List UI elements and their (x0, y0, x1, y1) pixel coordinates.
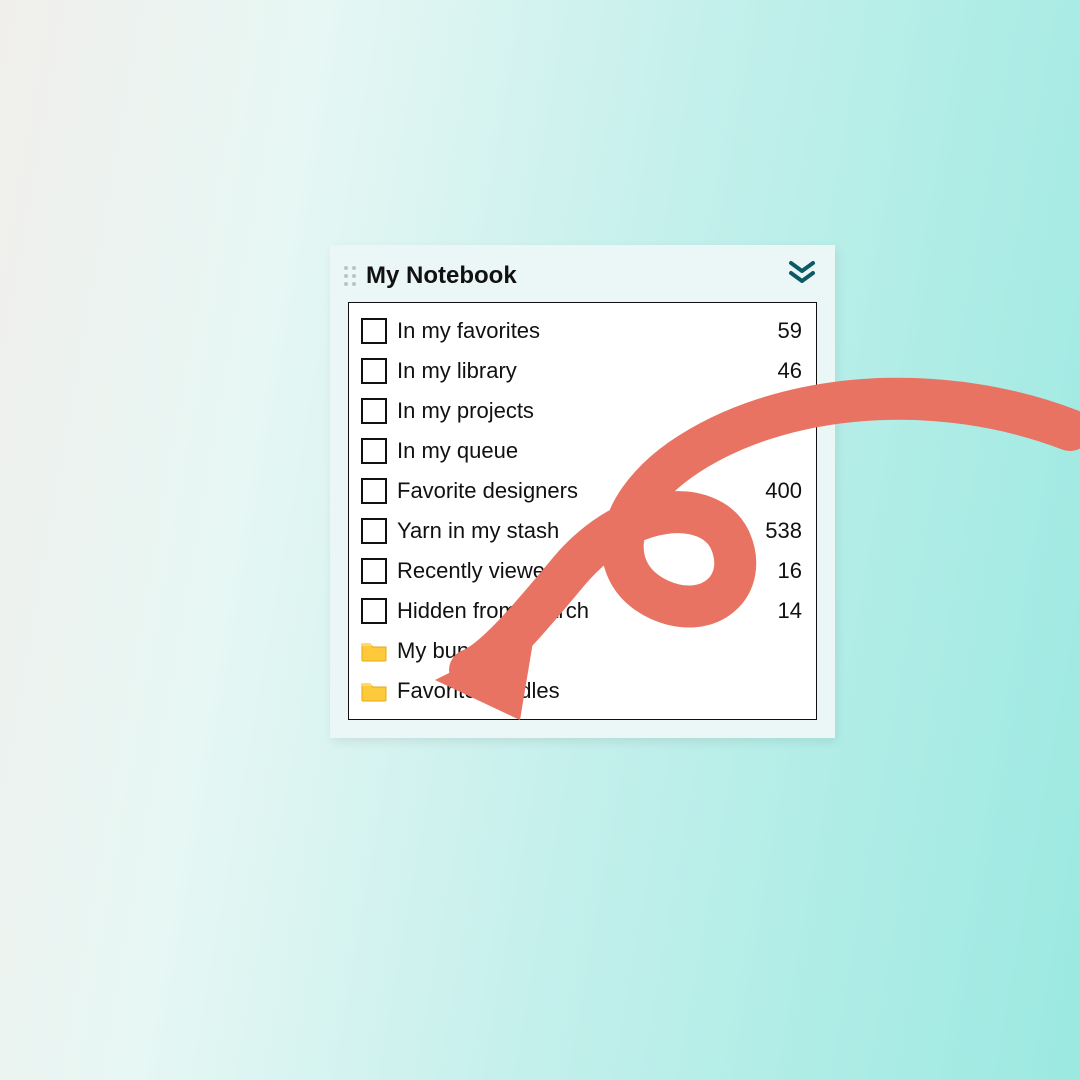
background: My Notebook In my favorites 59 In my lib… (0, 0, 1080, 1080)
list-item-label: In my library (397, 358, 770, 384)
list-item[interactable]: Favorite designers 400 (361, 471, 802, 511)
checkbox-icon[interactable] (361, 398, 387, 424)
drag-handle-icon[interactable] (344, 266, 356, 286)
checkbox-icon[interactable] (361, 558, 387, 584)
panel-header: My Notebook (330, 245, 835, 302)
list-item-count: 59 (778, 318, 802, 344)
list-item-count: 400 (765, 478, 802, 504)
list-item-count: 46 (778, 358, 802, 384)
list-item-label: Hidden from search (397, 598, 770, 624)
checkbox-icon[interactable] (361, 318, 387, 344)
folder-item[interactable]: My bundles (361, 631, 802, 671)
list-item-label: Yarn in my stash (397, 518, 757, 544)
list-item[interactable]: Hidden from search 14 (361, 591, 802, 631)
list-item-label: Favorite designers (397, 478, 757, 504)
notebook-list: In my favorites 59 In my library 46 In m… (348, 302, 817, 720)
list-item[interactable]: Recently viewed 16 (361, 551, 802, 591)
list-item[interactable]: Yarn in my stash 538 (361, 511, 802, 551)
list-item-count: 538 (765, 518, 802, 544)
checkbox-icon[interactable] (361, 518, 387, 544)
list-item-count: 14 (778, 598, 802, 624)
checkbox-icon[interactable] (361, 598, 387, 624)
my-notebook-panel: My Notebook In my favorites 59 In my lib… (330, 245, 835, 738)
checkbox-icon[interactable] (361, 358, 387, 384)
list-item-count: 16 (778, 558, 802, 584)
checkbox-icon[interactable] (361, 438, 387, 464)
collapse-icon[interactable] (787, 259, 817, 292)
folder-item-label: My bundles (397, 638, 802, 664)
folder-icon (361, 680, 387, 702)
list-item[interactable]: In my projects 3 (361, 391, 802, 431)
list-item[interactable]: In my library 46 (361, 351, 802, 391)
list-item-label: In my projects (397, 398, 782, 424)
folder-item[interactable]: Favorite bundles (361, 671, 802, 711)
folder-icon (361, 640, 387, 662)
checkbox-icon[interactable] (361, 478, 387, 504)
list-item-count: 3 (790, 398, 802, 424)
list-item-label: In my favorites (397, 318, 770, 344)
list-item[interactable]: In my favorites 59 (361, 311, 802, 351)
list-item-label: In my queue (397, 438, 794, 464)
list-item[interactable]: In my queue (361, 431, 802, 471)
folder-item-label: Favorite bundles (397, 678, 802, 704)
list-item-label: Recently viewed (397, 558, 770, 584)
panel-title: My Notebook (366, 262, 787, 290)
